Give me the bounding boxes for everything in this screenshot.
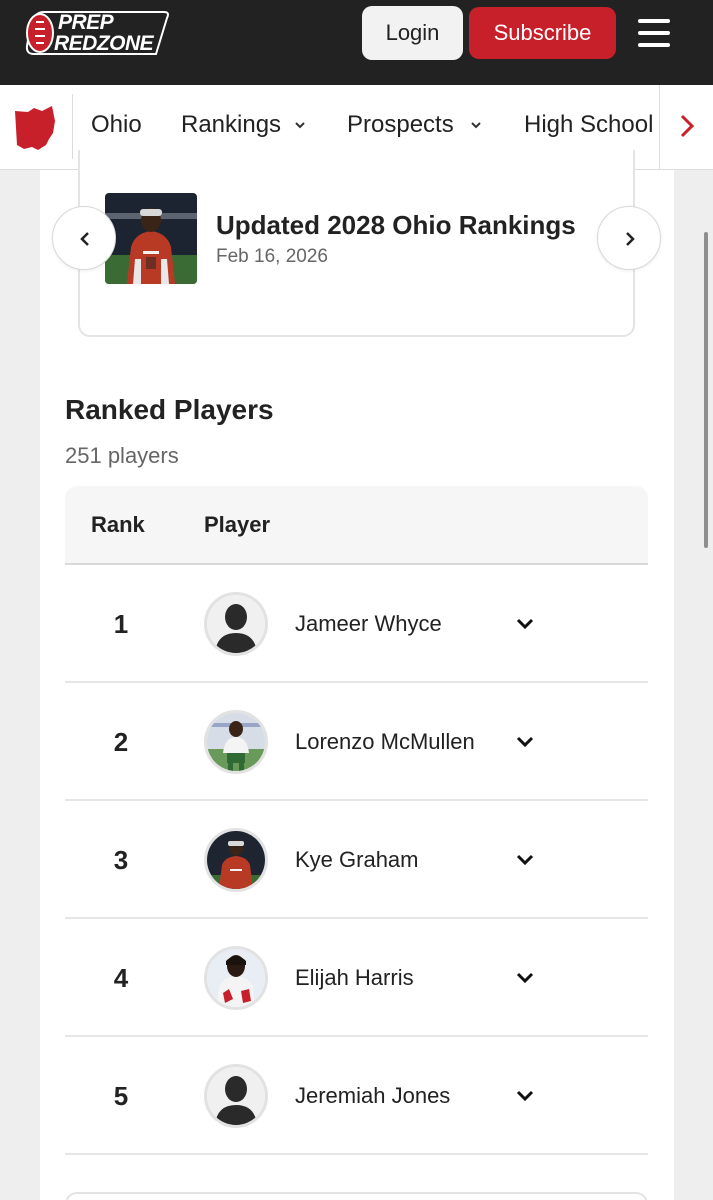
- table-row[interactable]: 2 Lorenzo McMullen: [65, 683, 648, 801]
- table-row[interactable]: 5 Jeremiah Jones: [65, 1037, 648, 1155]
- chevron-right-icon: [626, 232, 635, 246]
- player-name[interactable]: Kye Graham: [295, 847, 419, 873]
- avatar[interactable]: [204, 828, 268, 892]
- carousel-prev-button[interactable]: [52, 206, 116, 270]
- player-photo: [207, 831, 265, 889]
- table-row[interactable]: 1 Jameer Whyce: [65, 565, 648, 683]
- prep-redzone-logo[interactable]: PREP REDZONE: [24, 8, 170, 58]
- login-button[interactable]: Login: [362, 6, 463, 60]
- player-name[interactable]: Elijah Harris: [295, 965, 414, 991]
- chevron-down-icon[interactable]: [515, 1089, 535, 1103]
- column-header-player: Player: [204, 512, 271, 537]
- news-thumbnail[interactable]: [105, 193, 197, 284]
- news-date: Feb 16, 2026: [216, 246, 328, 267]
- chevron-down-icon: [471, 122, 481, 129]
- avatar[interactable]: [204, 592, 268, 656]
- player-name[interactable]: Lorenzo McMullen: [295, 729, 475, 755]
- news-title[interactable]: Updated 2028 Ohio Rankings: [216, 210, 576, 241]
- avatar[interactable]: [204, 1064, 268, 1128]
- rank-number: 4: [113, 963, 129, 993]
- player-count: 251 players: [65, 443, 179, 468]
- chevron-down-icon[interactable]: [515, 735, 535, 749]
- chevron-right-icon[interactable]: [676, 112, 698, 140]
- nav-item-high-school[interactable]: High School: [524, 110, 653, 140]
- table-row[interactable]: 4 Elijah Harris: [65, 919, 648, 1037]
- nav-item-ohio[interactable]: Ohio: [91, 110, 142, 140]
- rank-number: 1: [113, 609, 129, 639]
- chevron-down-icon[interactable]: [515, 971, 535, 985]
- nav-item-rankings[interactable]: Rankings: [181, 110, 281, 140]
- chevron-down-icon: [295, 122, 305, 129]
- player-photo: [207, 949, 265, 1007]
- chevron-down-icon[interactable]: [515, 617, 535, 631]
- table-row[interactable]: 3 Kye Graham: [65, 801, 648, 919]
- avatar[interactable]: [204, 710, 268, 774]
- player-name[interactable]: Jeremiah Jones: [295, 1083, 450, 1109]
- rank-number: 3: [113, 845, 129, 875]
- rank-number: 2: [113, 727, 129, 757]
- player-photo: [207, 713, 265, 771]
- carousel-next-button[interactable]: [597, 206, 661, 270]
- page-scrollbar[interactable]: [704, 232, 708, 548]
- logo-text-redzone: REDZONE: [54, 32, 154, 55]
- nav-item-prospects[interactable]: Prospects: [347, 110, 454, 140]
- avatar[interactable]: [204, 946, 268, 1010]
- person-placeholder-icon: [207, 595, 265, 653]
- next-section-card: [65, 1192, 648, 1200]
- chevron-down-icon[interactable]: [515, 853, 535, 867]
- chevron-left-icon: [80, 232, 89, 246]
- hamburger-icon[interactable]: [638, 19, 670, 47]
- section-title: Ranked Players: [65, 394, 274, 425]
- player-name[interactable]: Jameer Whyce: [295, 611, 442, 637]
- ohio-state-icon[interactable]: [14, 105, 56, 151]
- subscribe-button[interactable]: Subscribe: [469, 7, 616, 59]
- person-placeholder-icon: [207, 1067, 265, 1125]
- table-header: [65, 486, 648, 565]
- nav-divider: [72, 94, 73, 159]
- rank-number: 5: [113, 1081, 129, 1111]
- column-header-rank: Rank: [91, 512, 145, 537]
